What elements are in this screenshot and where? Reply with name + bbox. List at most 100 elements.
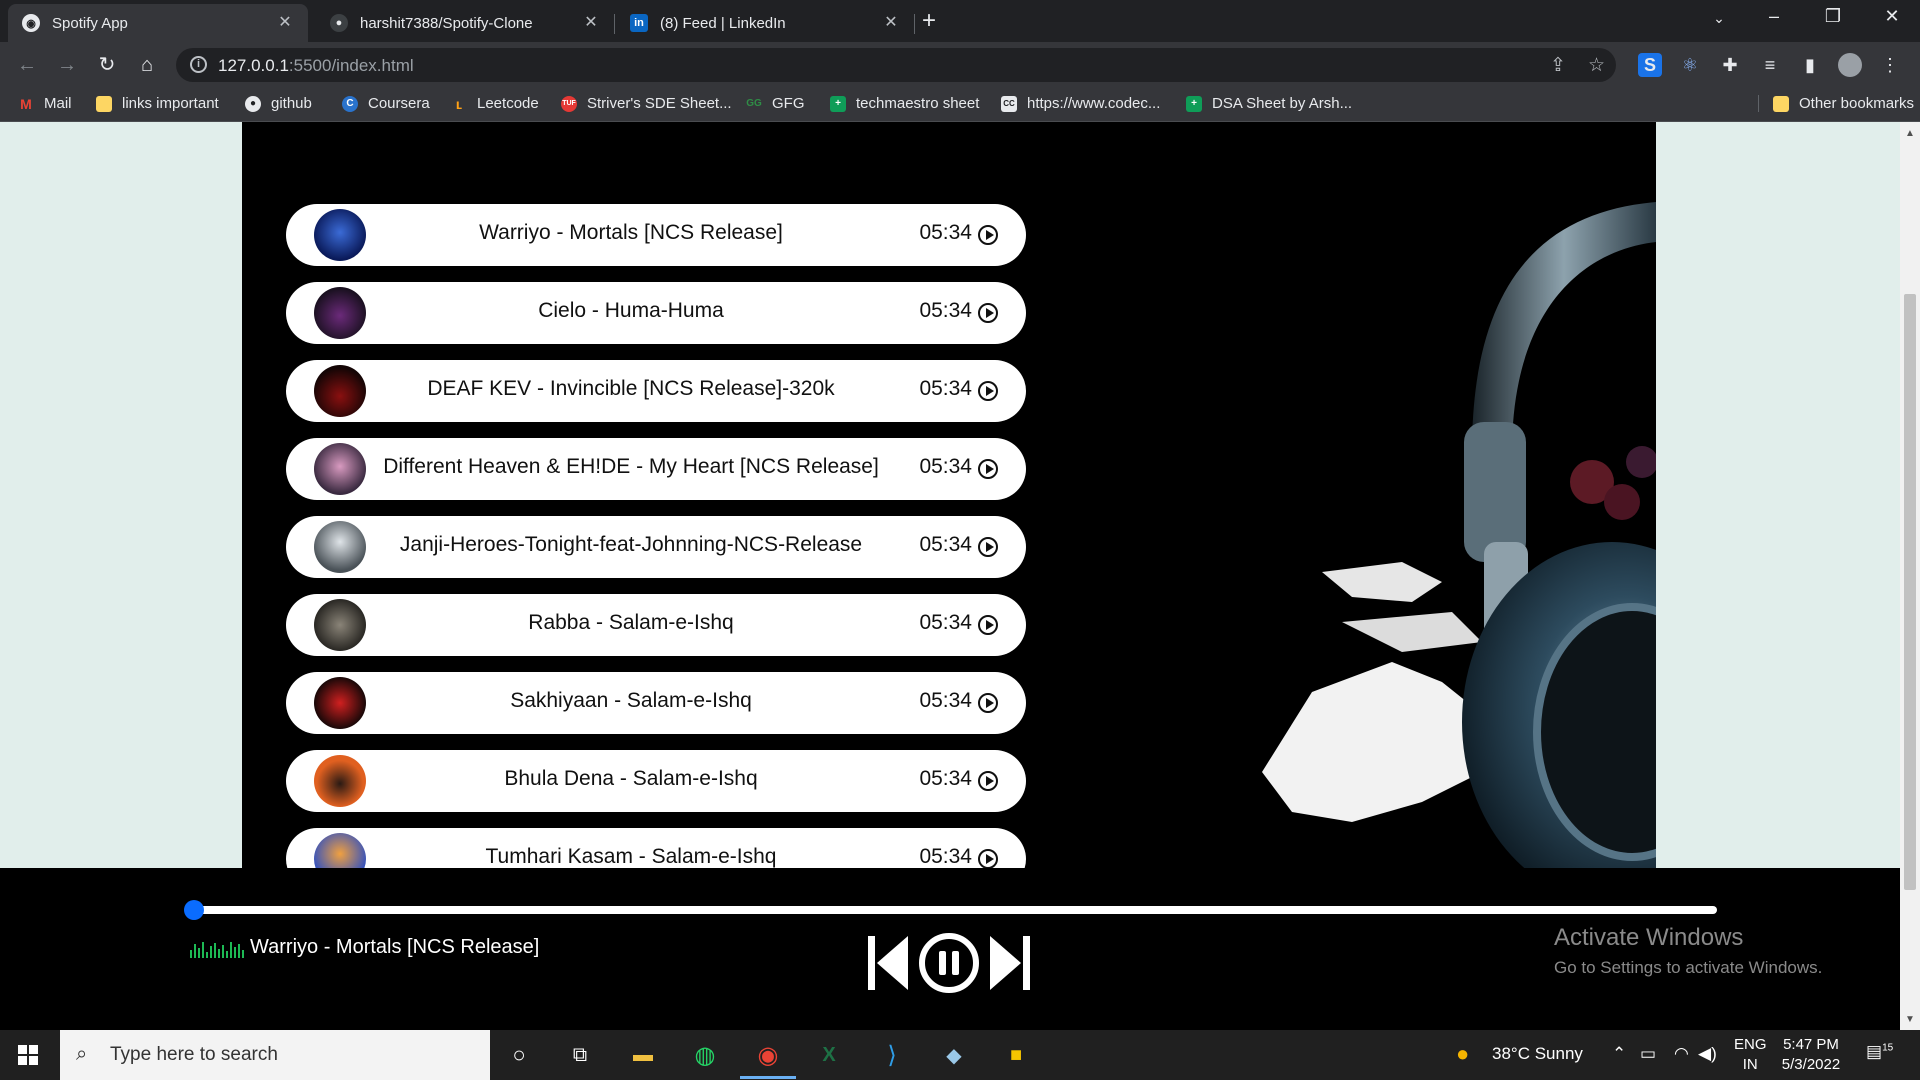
file-explorer-icon[interactable]: ▬ (626, 1038, 660, 1072)
wifi-icon[interactable]: ◠ (1674, 1044, 1689, 1064)
tab-spotify-app[interactable]: ◉ Spotify App ✕ (8, 4, 308, 42)
tab-divider (914, 14, 915, 34)
bookmark-mail[interactable]: M Mail (18, 95, 71, 112)
new-tab-button[interactable]: + (922, 8, 936, 34)
clock[interactable]: 5:47 PM 5/3/2022 (1776, 1035, 1846, 1075)
taskbar-search-box[interactable]: ⌕ Type here to search (60, 1030, 490, 1080)
react-devtools-icon[interactable]: ⚛ (1678, 53, 1702, 77)
sticky-notes-icon[interactable]: ■ (999, 1038, 1033, 1072)
progress-bar[interactable] (184, 900, 1717, 920)
song-item[interactable]: Different Heaven & EH!DE - My Heart [NCS… (286, 438, 1026, 500)
song-item[interactable]: Warriyo - Mortals [NCS Release] 05:34 (286, 204, 1026, 266)
show-hidden-icons-icon[interactable]: ⌃ (1612, 1044, 1626, 1064)
bookmark-strivers-sheet[interactable]: TUF Striver's SDE Sheet... (561, 95, 732, 112)
bookmark-dsa-sheet[interactable]: + DSA Sheet by Arsh... (1186, 95, 1352, 112)
song-item[interactable]: Sakhiyaan - Salam-e-Ishq 05:34 (286, 672, 1026, 734)
weather-text[interactable]: 38°C Sunny (1492, 1044, 1583, 1064)
volume-icon[interactable]: ◀) (1698, 1044, 1717, 1064)
media-control-icon[interactable]: ≡ (1758, 53, 1782, 77)
song-cover-image (314, 209, 366, 261)
song-item[interactable]: Janji-Heroes-Tonight-feat-Johnning-NCS-R… (286, 516, 1026, 578)
next-track-icon[interactable] (990, 936, 1030, 990)
tab-search-icon[interactable]: ⌄ (1699, 10, 1739, 27)
song-duration: 05:34 (919, 377, 972, 400)
song-cover-image (314, 443, 366, 495)
play-circle-icon[interactable] (978, 615, 998, 635)
share-icon[interactable]: ⇪ (1550, 54, 1566, 77)
tab-linkedin[interactable]: in (8) Feed | LinkedIn ✕ (616, 4, 914, 42)
vscode-icon[interactable]: ⟩ (875, 1038, 909, 1072)
bookmark-github[interactable]: ● github (245, 95, 312, 112)
browser-toolbar: ← → ↻ ⌂ i 127.0.0.1:5500/index.html ⇪ ☆ … (0, 42, 1920, 88)
whatsapp-icon[interactable]: ◍ (688, 1038, 722, 1072)
progress-knob[interactable] (184, 900, 204, 920)
profile-avatar[interactable] (1838, 53, 1862, 77)
url-text[interactable]: 127.0.0.1:5500/index.html (218, 56, 414, 76)
song-item[interactable]: Rabba - Salam-e-Ishq 05:34 (286, 594, 1026, 656)
bookmark-label: GFG (772, 95, 805, 112)
pause-circle-icon[interactable] (918, 932, 980, 994)
play-circle-icon[interactable] (978, 459, 998, 479)
song-item[interactable]: Tumhari Kasam - Salam-e-Ishq 05:34 (286, 828, 1026, 868)
scroll-down-icon[interactable]: ▼ (1900, 1012, 1920, 1028)
extensions-puzzle-icon[interactable]: ✚ (1718, 53, 1742, 77)
windows-start-icon[interactable] (18, 1045, 38, 1065)
tab-title: Spotify App (52, 14, 128, 32)
restore-button[interactable]: ❐ (1813, 6, 1853, 27)
codechef-icon: CC (1001, 95, 1017, 112)
task-view-icon[interactable]: ⧉ (563, 1038, 597, 1072)
equalizer-gif-icon (190, 942, 244, 958)
side-panel-icon[interactable]: ▮ (1798, 53, 1822, 77)
previous-track-icon[interactable] (868, 936, 908, 990)
bookmark-gfg[interactable]: GG GFG (746, 95, 805, 112)
play-circle-icon[interactable] (978, 849, 998, 868)
weather-sun-icon[interactable]: ● (1456, 1041, 1469, 1067)
song-duration: 05:34 (919, 767, 972, 790)
site-info-icon[interactable]: i (190, 56, 207, 73)
page-scrollbar[interactable]: ▲ ▼ (1900, 122, 1920, 1030)
excel-icon[interactable]: X (812, 1038, 846, 1072)
play-circle-icon[interactable] (978, 225, 998, 245)
song-item[interactable]: Bhula Dena - Salam-e-Ishq 05:34 (286, 750, 1026, 812)
bookmark-label: DSA Sheet by Arsh... (1212, 95, 1353, 112)
song-item[interactable]: Cielo - Huma-Huma 05:34 (286, 282, 1026, 344)
battery-icon[interactable]: ▭ (1640, 1044, 1656, 1064)
bookmark-techmaestro[interactable]: + techmaestro sheet (830, 95, 979, 112)
scroll-up-icon[interactable]: ▲ (1900, 126, 1920, 142)
close-tab-icon[interactable]: ✕ (882, 14, 900, 32)
extension-s-icon[interactable]: S (1638, 53, 1662, 77)
play-circle-icon[interactable] (978, 771, 998, 791)
language-indicator[interactable]: ENG IN (1734, 1035, 1767, 1075)
scrollbar-thumb[interactable] (1904, 294, 1916, 890)
song-cover-image (314, 287, 366, 339)
close-window-button[interactable]: ✕ (1872, 6, 1912, 27)
bookmark-leetcode[interactable]: ʟ Leetcode (451, 95, 539, 112)
bookmark-other-bookmarks[interactable]: Other bookmarks (1758, 95, 1914, 112)
song-cover-image (314, 599, 366, 651)
play-circle-icon[interactable] (978, 381, 998, 401)
back-icon[interactable]: ← (14, 52, 40, 78)
bookmark-label: Coursera (368, 95, 430, 112)
bookmark-links-important[interactable]: links important (96, 95, 219, 112)
close-tab-icon[interactable]: ✕ (276, 14, 294, 32)
play-circle-icon[interactable] (978, 693, 998, 713)
song-item[interactable]: DEAF KEV - Invincible [NCS Release]-320k… (286, 360, 1026, 422)
reload-icon[interactable]: ↻ (94, 52, 120, 78)
forward-icon[interactable]: → (54, 52, 80, 78)
home-icon[interactable]: ⌂ (134, 52, 160, 78)
tab-github[interactable]: ● harshit7388/Spotify-Clone ✕ (316, 4, 614, 42)
notifications-icon[interactable]: ▤15 (1866, 1042, 1893, 1062)
minimize-button[interactable]: – (1754, 6, 1794, 27)
close-tab-icon[interactable]: ✕ (582, 14, 600, 32)
cortana-icon[interactable]: ○ (502, 1038, 536, 1072)
bookmark-codechef[interactable]: CC https://www.codec... (1001, 95, 1160, 112)
bookmark-coursera[interactable]: C Coursera (342, 95, 430, 112)
bookmark-star-icon[interactable]: ☆ (1588, 54, 1605, 77)
github-icon: ● (245, 95, 261, 112)
play-circle-icon[interactable] (978, 537, 998, 557)
notepad-icon[interactable]: ◆ (937, 1038, 971, 1072)
play-circle-icon[interactable] (978, 303, 998, 323)
menu-kebab-icon[interactable]: ⋮ (1878, 53, 1902, 77)
chrome-taskbar-icon[interactable]: ◉ (751, 1038, 785, 1072)
address-bar[interactable]: i 127.0.0.1:5500/index.html ⇪ ☆ (176, 48, 1616, 82)
